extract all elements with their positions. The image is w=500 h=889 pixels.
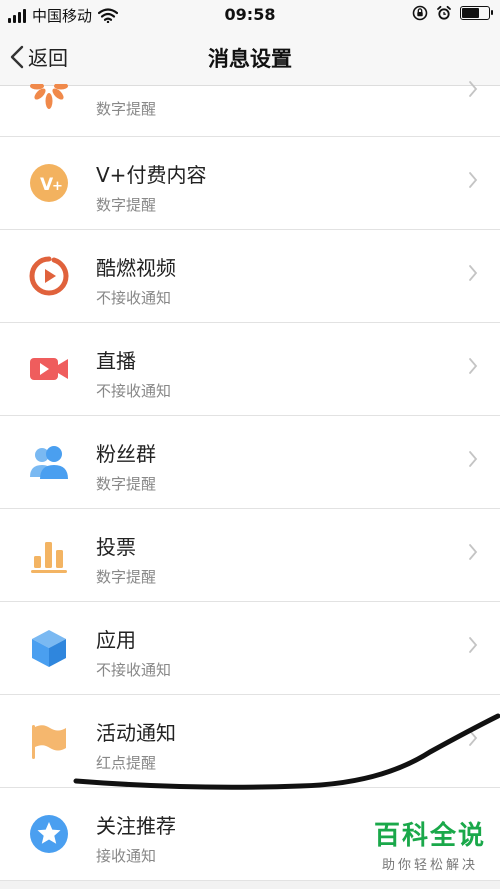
list-item-fan-group[interactable]: 粉丝群 数字提醒: [0, 416, 500, 509]
settings-list: 数字提醒 V + V+付费内容 数字提醒 酷燃视频 不接收通知 直播 不接收通知…: [0, 81, 500, 881]
item-subtitle: 数字提醒: [96, 100, 157, 118]
item-title: 关注推荐: [96, 814, 176, 838]
nav-bar: 返回 消息设置: [0, 30, 500, 86]
item-subtitle: 红点提醒: [96, 754, 157, 772]
chevron-right-icon: [469, 451, 478, 467]
item-subtitle: 不接收通知: [96, 661, 172, 679]
item-subtitle: 接收通知: [96, 847, 157, 865]
item-subtitle: 数字提醒: [96, 568, 157, 586]
item-subtitle: 数字提醒: [96, 475, 157, 493]
status-right: [412, 5, 493, 21]
item-title: 活动通知: [96, 721, 176, 745]
watermark-title: 百科全说: [373, 821, 486, 851]
watermark-subtitle: 助你轻松解决: [381, 858, 478, 873]
list-item-partial[interactable]: 数字提醒: [0, 81, 500, 137]
item-title: 直播: [96, 349, 136, 373]
list-item-vote[interactable]: 投票 数字提醒: [0, 509, 500, 602]
orange-flower-icon: [28, 78, 70, 120]
battery-fill: [462, 8, 480, 18]
list-item-live[interactable]: 直播 不接收通知: [0, 323, 500, 416]
vplus-icon: V +: [28, 162, 70, 204]
list-item-apps[interactable]: 应用 不接收通知: [0, 602, 500, 695]
watermark-logo: 百科全说 助你轻松解决: [374, 815, 486, 873]
star-badge-icon: [28, 813, 70, 855]
chevron-right-icon: [469, 358, 478, 374]
camera-icon: [28, 348, 70, 390]
alarm-icon: [437, 5, 451, 20]
item-subtitle: 数字提醒: [96, 196, 157, 214]
item-title: 粉丝群: [96, 442, 156, 466]
svg-text:+: +: [52, 179, 63, 194]
flag-icon: [28, 720, 70, 762]
list-item-video[interactable]: 酷燃视频 不接收通知: [0, 230, 500, 323]
chevron-right-icon: [469, 265, 478, 281]
chevron-right-icon: [469, 172, 478, 188]
item-title: 酷燃视频: [96, 256, 176, 280]
item-subtitle: 不接收通知: [96, 382, 172, 400]
battery-icon: [460, 6, 493, 20]
bar-chart-icon: [28, 534, 70, 576]
group-icon: [28, 441, 70, 483]
cube-icon: [28, 627, 70, 669]
list-item-activity[interactable]: 活动通知 红点提醒: [0, 695, 500, 788]
status-bar: 中国移动 09:58: [0, 0, 500, 30]
item-title: 投票: [96, 535, 136, 559]
page-title: 消息设置: [208, 47, 292, 71]
item-subtitle: 不接收通知: [96, 289, 172, 307]
list-item-vplus[interactable]: V + V+付费内容 数字提醒: [0, 137, 500, 230]
rotation-lock-icon: [412, 5, 428, 21]
chevron-right-icon: [469, 544, 478, 560]
item-title: V+付费内容: [96, 163, 207, 187]
item-title: 应用: [96, 628, 136, 652]
chevron-right-icon: [469, 637, 478, 653]
video-play-icon: [28, 255, 70, 297]
chevron-right-icon: [469, 730, 478, 746]
chevron-right-icon: [469, 81, 478, 97]
